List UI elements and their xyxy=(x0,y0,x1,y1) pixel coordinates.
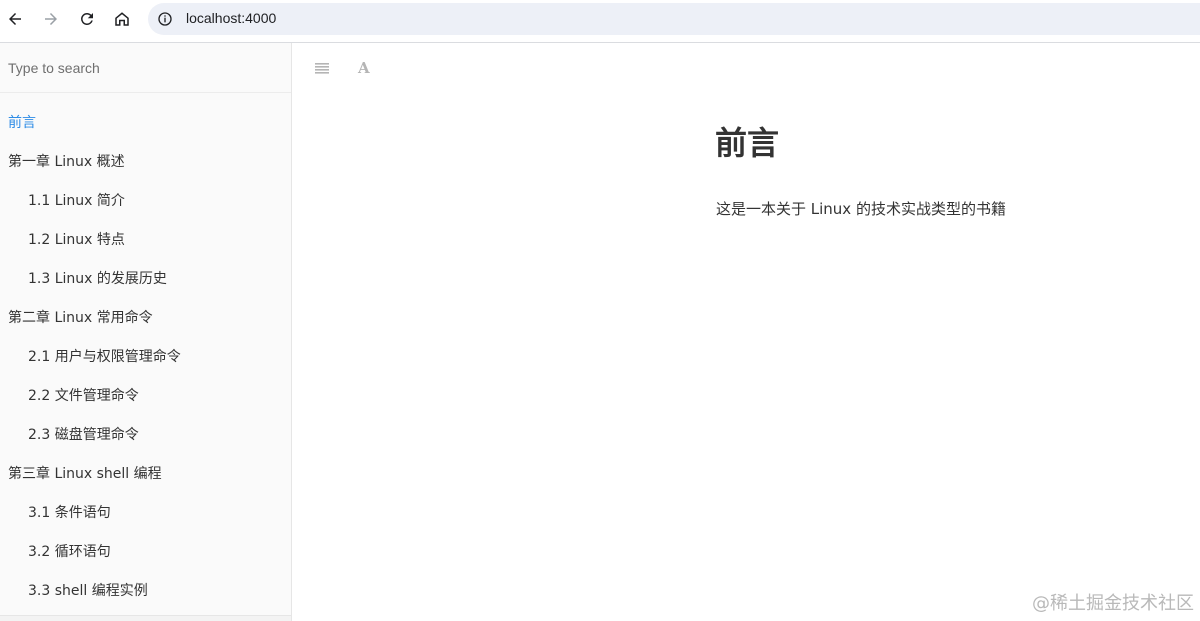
toc-item[interactable]: 第二章 Linux 常用命令 xyxy=(0,300,291,339)
toc-item[interactable]: 1.1 Linux 简介 xyxy=(0,183,291,222)
toc-item[interactable]: 1.2 Linux 特点 xyxy=(0,222,291,261)
arrow-left-icon xyxy=(9,13,21,25)
font-settings-icon: A xyxy=(358,59,370,77)
arrow-right-icon xyxy=(45,13,57,25)
toc-item[interactable]: 2.1 用户与权限管理命令 xyxy=(0,339,291,378)
info-icon[interactable] xyxy=(157,11,173,27)
watermark: @稀土掘金技术社区 xyxy=(1032,593,1194,614)
home-button[interactable] xyxy=(109,6,135,32)
toc-item[interactable]: 第一章 Linux 概述 xyxy=(0,144,291,183)
toc-item[interactable]: 2.3 磁盘管理命令 xyxy=(0,417,291,456)
forward-button[interactable] xyxy=(38,6,64,32)
table-of-contents: 前言 第一章 Linux 概述 1.1 Linux 简介 1.2 Linux 特点 1.… xyxy=(0,105,291,612)
menu-icon xyxy=(315,63,329,74)
book-summary-sidebar: 前言第一章 Linux 概述1.1 Linux 简介1.2 Linux 特点1.… xyxy=(0,43,292,621)
reload-icon xyxy=(81,13,93,25)
toc-item[interactable]: 前言 xyxy=(0,105,291,144)
toggle-sidebar-button[interactable] xyxy=(314,60,330,76)
intro-paragraph: 这是一本关于 Linux 的技术实战类型的书籍 xyxy=(716,200,1006,218)
font-settings-button[interactable]: A xyxy=(358,58,374,77)
toc-item[interactable]: 3.3 shell 编程实例 xyxy=(0,573,291,612)
url-text[interactable]: localhost:4000 xyxy=(186,10,276,26)
sidebar-scroll-edge xyxy=(0,615,291,621)
page-title: 前言 xyxy=(715,124,780,162)
search-box xyxy=(0,43,291,93)
search-input[interactable] xyxy=(8,57,278,79)
toc-item[interactable]: 3.2 循环语句 xyxy=(0,534,291,573)
toc-item[interactable]: 3.1 条件语句 xyxy=(0,495,291,534)
home-icon xyxy=(115,12,129,26)
back-button[interactable] xyxy=(2,6,28,32)
toc-item[interactable]: 2.2 文件管理命令 xyxy=(0,378,291,417)
toc-item[interactable]: 第三章 Linux shell 编程 xyxy=(0,456,291,495)
browser-toolbar: localhost:4000 xyxy=(0,0,1200,43)
address-bar[interactable]: localhost:4000 xyxy=(148,3,1200,35)
reload-button[interactable] xyxy=(74,6,100,32)
toc-item[interactable]: 1.3 Linux 的发展历史 xyxy=(0,261,291,300)
